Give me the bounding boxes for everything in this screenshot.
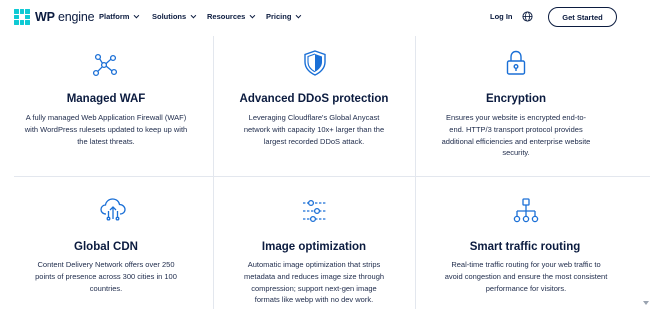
chevron-down-icon [134, 12, 140, 18]
feature-description: Automatic image optimization that strips… [243, 260, 385, 305]
chevron-down-icon [296, 12, 302, 18]
globe-icon[interactable] [522, 11, 533, 22]
feature-description: Content Delivery Network offers over 250… [35, 260, 177, 293]
nav-item-platform[interactable]: Platform [99, 12, 140, 21]
features-grid: Managed WAF A fully managed Web Applicat… [0, 36, 650, 309]
feature-description: A fully managed Web Application Firewall… [24, 113, 188, 146]
column-divider [415, 36, 416, 309]
feature-description: Ensures your website is encrypted end-to… [441, 113, 591, 158]
chevron-down-icon [190, 12, 197, 18]
feature-description: Real-time traffic routing for your web t… [444, 260, 608, 293]
sliders-icon [303, 199, 327, 223]
feature-title: Smart traffic routing [469, 241, 581, 253]
top-navigation: WP engine Platform Solutions Resources P… [0, 0, 650, 36]
network-nodes-icon [92, 53, 118, 77]
feature-title: Managed WAF [66, 93, 146, 105]
feature-description: Leveraging Cloudflare's Global Anycast n… [243, 113, 385, 146]
nav-item-solutions[interactable]: Solutions [152, 12, 197, 21]
logo-grid-icon [14, 9, 30, 25]
row-divider [14, 176, 650, 177]
feature-title: Image optimization [261, 241, 367, 253]
feature-title: Encryption [485, 93, 547, 105]
wp-engine-logo[interactable]: WP engine [14, 9, 95, 25]
nav-item-pricing[interactable]: Pricing [266, 12, 302, 21]
padlock-icon [506, 50, 526, 75]
routing-tree-icon [513, 198, 539, 223]
login-link[interactable]: Log In [490, 12, 513, 21]
shield-icon [304, 50, 326, 76]
cloud-upload-icon [100, 198, 126, 221]
feature-title: Advanced DDoS protection [239, 93, 389, 105]
get-started-button[interactable]: Get Started [548, 7, 617, 27]
chevron-down-icon [249, 12, 256, 18]
nav-item-resources[interactable]: Resources [207, 12, 256, 21]
feature-title: Global CDN [74, 241, 138, 253]
scroll-down-arrow[interactable] [642, 295, 650, 309]
logo-wordmark: WP engine [35, 10, 95, 24]
